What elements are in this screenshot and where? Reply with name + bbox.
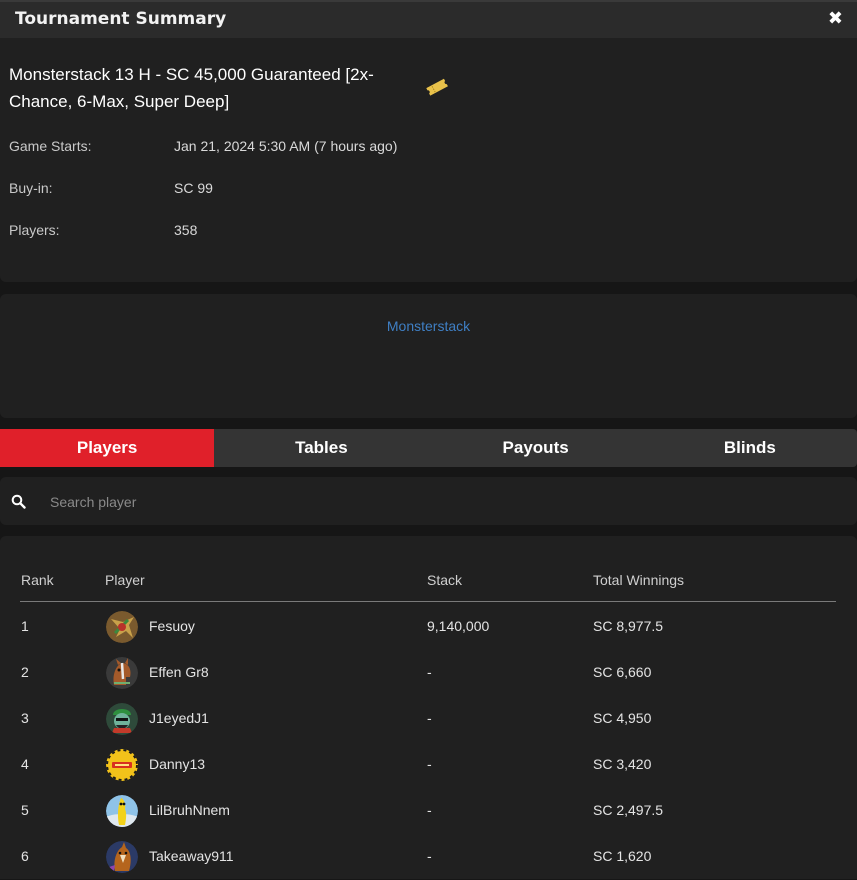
header-total-winnings: Total Winnings xyxy=(593,572,685,588)
monsterstack-link[interactable]: Monsterstack xyxy=(0,318,857,334)
close-icon[interactable]: ✖ xyxy=(828,8,843,29)
players-label: Players: xyxy=(9,222,60,238)
table-row[interactable]: 5 LilBruhNnem - SC 2,497.5 xyxy=(0,788,857,834)
stack-cell: - xyxy=(427,756,432,772)
rank-cell: 3 xyxy=(21,710,29,726)
tab-tables[interactable]: Tables xyxy=(214,429,428,467)
winnings-cell: SC 1,620 xyxy=(593,848,652,864)
stack-cell: - xyxy=(427,664,432,680)
tab-bar: Players Tables Payouts Blinds xyxy=(0,429,857,467)
stack-cell: 9,140,000 xyxy=(427,618,490,634)
player-name: Fesuoy xyxy=(149,618,195,634)
table-row[interactable]: 1 Fesuoy 9,140,000 SC 8,977.5 xyxy=(0,604,857,650)
rank-cell: 2 xyxy=(21,664,29,680)
player-name: Takeaway911 xyxy=(149,848,234,864)
game-starts-value: Jan 21, 2024 5:30 AM (7 hours ago) xyxy=(174,138,398,154)
search-icon xyxy=(11,494,26,513)
players-value: 358 xyxy=(174,222,198,238)
winnings-cell: SC 6,660 xyxy=(593,664,652,680)
winnings-cell: SC 4,950 xyxy=(593,710,652,726)
rank-cell: 6 xyxy=(21,848,29,864)
search-player-input[interactable] xyxy=(48,487,832,517)
tournament-name: Monsterstack 13 H - SC 45,000 Guaranteed… xyxy=(9,65,374,111)
stack-cell: - xyxy=(427,802,432,818)
stack-cell: - xyxy=(427,848,432,864)
winnings-cell: SC 2,497.5 xyxy=(593,802,664,818)
header-divider xyxy=(20,601,836,602)
table-row[interactable]: 3 J1eyedJ1 - SC 4,950 xyxy=(0,696,857,742)
dialog-title: Tournament Summary xyxy=(15,9,227,29)
player-name: LilBruhNnem xyxy=(149,802,230,818)
avatar xyxy=(106,795,138,827)
rank-cell: 1 xyxy=(21,618,29,634)
avatar xyxy=(106,611,138,643)
buyin-label: Buy-in: xyxy=(9,180,53,196)
avatar xyxy=(106,749,138,781)
player-name: Danny13 xyxy=(149,756,206,772)
ticket-icon xyxy=(425,78,449,100)
header-rank: Rank xyxy=(21,572,54,588)
tab-blinds[interactable]: Blinds xyxy=(643,429,857,467)
rank-cell: 5 xyxy=(21,802,29,818)
tournament-info-panel: Monsterstack 13 H - SC 45,000 Guaranteed… xyxy=(0,38,857,282)
tab-players[interactable]: Players xyxy=(0,429,215,467)
rank-cell: 4 xyxy=(21,756,29,772)
table-row[interactable]: 6 Takeaway911 - SC 1,620 xyxy=(0,834,857,880)
search-bar xyxy=(0,477,857,525)
table-row[interactable]: 2 Effen Gr8 - SC 6,660 xyxy=(0,650,857,696)
avatar xyxy=(106,657,138,689)
game-starts-label: Game Starts: xyxy=(9,138,92,154)
buyin-value: SC 99 xyxy=(174,180,213,196)
winnings-cell: SC 8,977.5 xyxy=(593,618,664,634)
table-row[interactable]: 4 Danny13 - SC 3,420 xyxy=(0,742,857,788)
tab-payouts[interactable]: Payouts xyxy=(429,429,643,467)
header-player: Player xyxy=(105,572,145,588)
avatar xyxy=(106,703,138,735)
player-name: Effen Gr8 xyxy=(149,664,209,680)
player-name: J1eyedJ1 xyxy=(149,710,209,726)
avatar xyxy=(106,841,138,873)
header-stack: Stack xyxy=(427,572,463,588)
title-bar: Tournament Summary ✖ xyxy=(0,0,857,38)
stack-cell: - xyxy=(427,710,432,726)
players-table: Rank Player Stack Total Winnings 1 Fesuo… xyxy=(0,536,857,879)
winnings-cell: SC 3,420 xyxy=(593,756,652,772)
description-panel: Monsterstack xyxy=(0,294,857,418)
